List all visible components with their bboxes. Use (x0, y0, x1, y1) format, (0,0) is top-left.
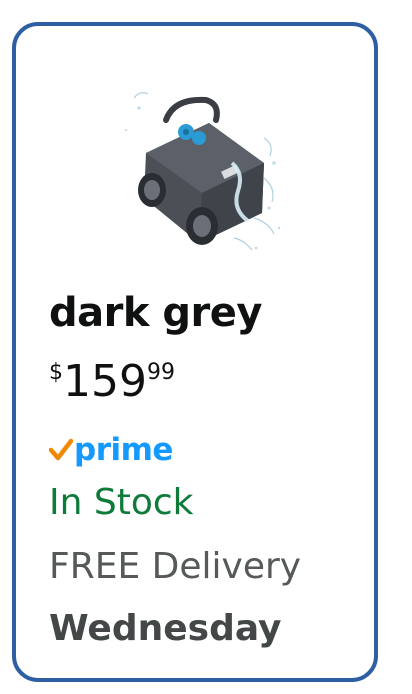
prime-check-icon (49, 438, 73, 461)
prime-label: prime (74, 432, 173, 468)
price: $15999 (49, 356, 175, 408)
delivery-label: FREE Delivery (49, 546, 302, 587)
stock-status: In Stock (49, 482, 194, 523)
price-currency-symbol: $ (49, 360, 63, 385)
price-fraction: 99 (146, 360, 175, 385)
delivery-day: Wednesday (49, 608, 282, 649)
prime-badge: prime (49, 430, 173, 470)
pool-robot-cleaner-image (124, 92, 281, 251)
price-whole: 159 (63, 356, 147, 407)
product-variant-card[interactable]: dark grey $15999 prime In Stock FREE Del… (12, 22, 378, 682)
variant-name: dark grey (49, 290, 262, 336)
